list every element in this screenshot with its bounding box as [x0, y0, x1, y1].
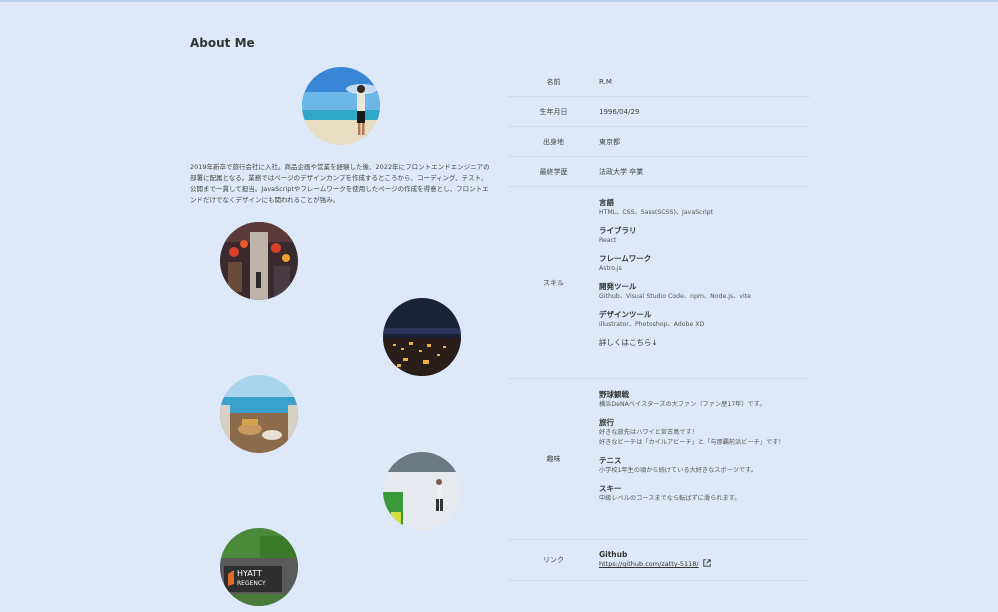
row-name: 名前 R.M	[508, 67, 810, 97]
hobby-text: 好きな旅先はハワイと宮古島です！	[599, 429, 698, 436]
top-border	[0, 0, 998, 2]
birthday-value: 1996/04/29	[599, 107, 640, 116]
github-title: Github	[599, 550, 628, 559]
page-title: About Me	[190, 36, 255, 50]
avatar	[302, 67, 380, 145]
hobby-title: スキー	[599, 484, 622, 493]
skill-group-text: Astro.js	[599, 265, 622, 272]
row-hobbies: 趣味 野球観戦 横浜DeNAベイスターズの大ファン（ファン歴17年）です。 旅行…	[508, 379, 810, 540]
skill-group-title: 開発ツール	[599, 282, 637, 291]
row-skills: スキル 言語 HTML、CSS、Sass(SCSS)、JavaScript ライ…	[508, 187, 810, 379]
city-night-photo	[383, 298, 461, 376]
hobby-text: 小学校1年生の頃から続けている大好きなスポーツです。	[599, 467, 757, 474]
tennis-court-photo	[383, 452, 461, 530]
hobby-title: 野球観戦	[599, 390, 629, 399]
external-link-icon[interactable]	[703, 559, 711, 569]
hyatt-sign-text: HYATT	[237, 569, 262, 578]
name-label: 名前	[546, 77, 561, 86]
skills-value: 言語 HTML、CSS、Sass(SCSS)、JavaScript ライブラリ …	[599, 187, 810, 378]
hobby-text: 中級レベルのコースまでなら転ばずに滑られます。	[599, 495, 741, 502]
regency-sign-text: REGENCY	[237, 580, 266, 587]
row-origin: 出身地 東京都	[508, 127, 810, 157]
row-links: リンク Github https://github.com/zatty-5118…	[508, 540, 810, 581]
hobbies-label: 趣味	[546, 455, 561, 463]
birthday-label: 生年月日	[539, 107, 568, 116]
hobby-title: テニス	[599, 456, 622, 465]
origin-label: 出身地	[543, 137, 564, 146]
origin-value: 東京都	[599, 137, 620, 146]
hobby-text: 好きなビーチは「カイルアビーチ」と「与那覇前浜ビーチ」です！	[599, 439, 785, 446]
row-education: 最終学歴 法政大学 卒業	[508, 157, 810, 187]
skill-group-title: 言語	[599, 198, 614, 207]
hyatt-regency-photo: HYATT REGENCY	[220, 528, 298, 606]
row-birthday: 生年月日 1996/04/29	[508, 97, 810, 127]
skills-label: スキル	[543, 278, 564, 287]
profile-table: 名前 R.M 生年月日 1996/04/29 出身地 東京都 最終学歴 法政大学…	[508, 67, 810, 581]
hobby-title: 旅行	[599, 418, 614, 427]
skill-group-text: React	[599, 237, 617, 244]
education-label: 最終学歴	[539, 167, 568, 176]
skill-group-text: Github、Visual Studio Code、npm、Node.js、vi…	[599, 293, 751, 300]
hobbies-value: 野球観戦 横浜DeNAベイスターズの大ファン（ファン歴17年）です。 旅行 好き…	[599, 379, 810, 539]
street-night-photo	[220, 222, 298, 300]
bio-text: 2019年新卒で旅行会社に入社。商品企画や営業を経験した後、2022年にフロント…	[190, 163, 490, 204]
skill-group-title: ライブラリ	[599, 226, 637, 235]
skill-group-text: illustrator、Photoshop、Adobe XD	[599, 321, 705, 328]
skill-group-title: デザインツール	[599, 310, 652, 319]
education-value: 法政大学 卒業	[599, 167, 644, 176]
github-link[interactable]: https://github.com/zatty-5118/	[599, 560, 699, 568]
hobby-text: 横浜DeNAベイスターズの大ファン（ファン歴17年）です。	[599, 401, 766, 408]
cafe-ocean-photo	[220, 375, 298, 453]
links-value: Github https://github.com/zatty-5118/	[599, 540, 810, 580]
skill-group-text: HTML、CSS、Sass(SCSS)、JavaScript	[599, 209, 714, 216]
name-value: R.M	[599, 77, 612, 86]
skill-group-title: フレームワーク	[599, 254, 652, 263]
links-label: リンク	[543, 556, 564, 564]
skills-more-link[interactable]: 詳しくはこちら↓	[599, 337, 810, 348]
